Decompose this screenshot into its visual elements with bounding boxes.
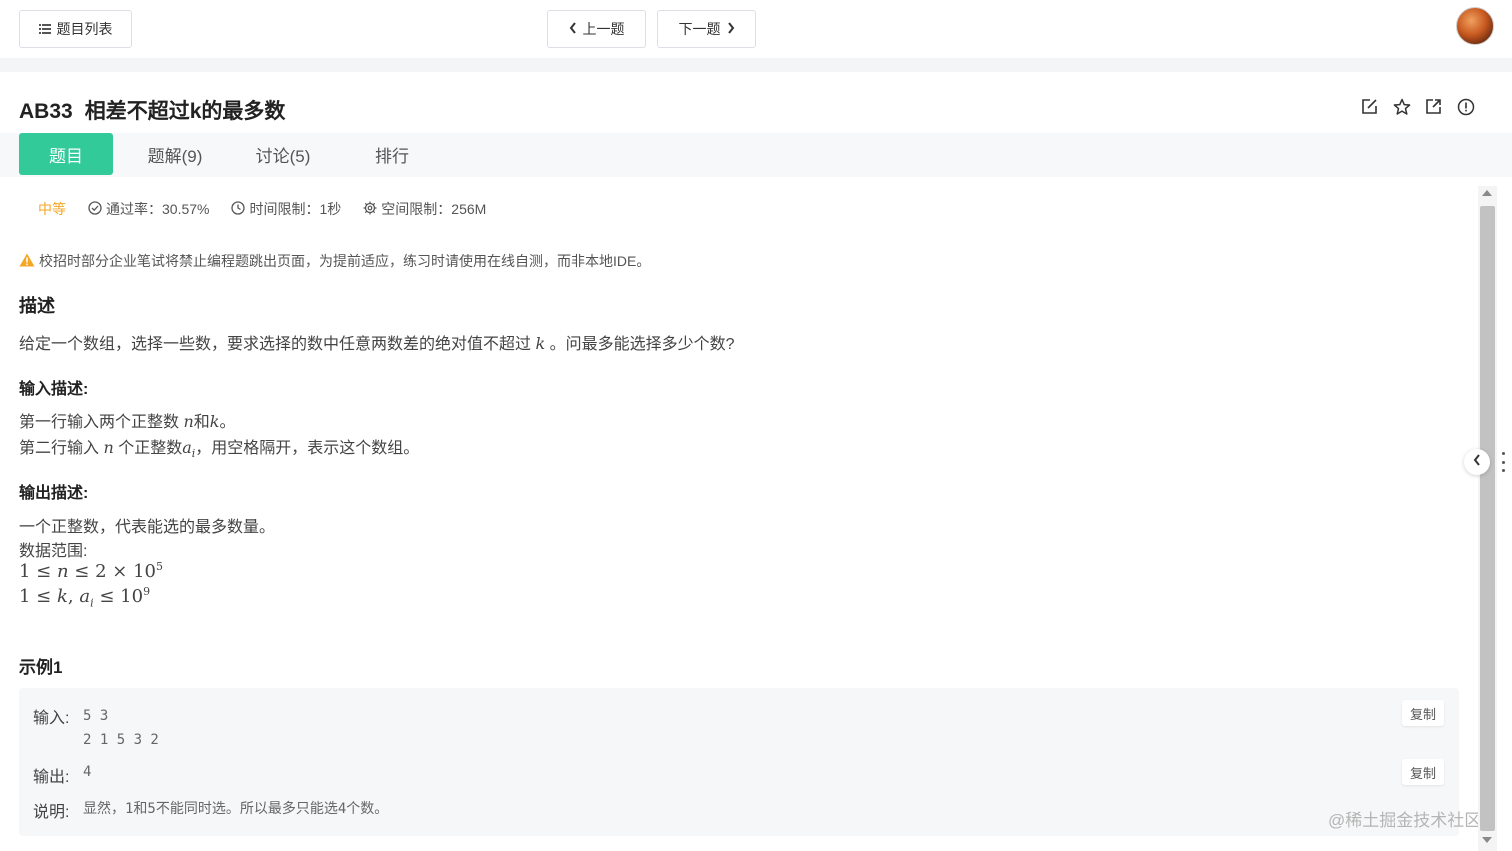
description-text: 给定一个数组，选择一些数，要求选择的数中任意两数差的绝对值不超过 k 。问最多能… [19,334,735,353]
difficulty-badge: 中等 [38,201,66,217]
title-toolbar [1360,97,1475,116]
problem-meta: 中等 通过率：30.57% 时间限制：1秒 空间限制：256M [38,199,508,219]
prev-problem-button[interactable]: 上一题 [547,10,646,48]
input-description-line2: 第二行输入 n 个正整数ai，用空格隔开，表示这个数组。 [19,438,420,461]
example-note-value: 显然，1和5不能同时选。所以最多只能选4个数。 [83,801,389,817]
scroll-up-arrow-icon[interactable] [1482,190,1492,196]
collapse-panel-button[interactable] [1464,449,1490,475]
problem-list-button[interactable]: 题目列表 [19,10,132,48]
chip-icon [363,201,377,218]
warning-icon [19,253,35,270]
problem-tabs: 题目 题解(9) 讨论(5) 排行 [0,133,1512,177]
prev-problem-label: 上一题 [582,21,625,37]
warning-notice: 校招时部分企业笔试将禁止编程题跳出页面，为提前适应，练习时请使用在线自测，而非本… [19,251,650,271]
range-formula-n: 1 ≤ n ≤ 2 × 105 [19,560,163,582]
star-icon[interactable] [1392,97,1411,116]
chevron-left-icon [1473,453,1481,471]
example-output-label: 输出: [33,769,70,786]
check-circle-icon [88,200,102,218]
example-note-label: 说明: [33,804,70,821]
list-icon [38,21,51,37]
user-avatar[interactable] [1456,7,1494,45]
tab-problem[interactable]: 题目 [19,133,113,175]
input-description-line1: 第一行输入两个正整数 n和k。 [19,412,236,431]
data-range-label: 数据范围: [19,543,88,560]
problem-code: AB33 [19,100,73,123]
scroll-down-arrow-icon[interactable] [1482,837,1492,843]
tab-discussion[interactable]: 讨论(5) [236,133,330,175]
next-problem-button[interactable]: 下一题 [657,10,756,48]
tab-ranking[interactable]: 排行 [345,133,439,175]
problem-name: 相差不超过k的最多数 [84,100,286,123]
tab-solutions[interactable]: 题解(9) [128,133,222,175]
clock-icon [231,200,246,218]
chevron-right-icon [727,21,735,37]
copy-input-button[interactable]: 复制 [1402,700,1444,726]
share-external-icon[interactable] [1424,97,1443,116]
output-description-heading: 输出描述: [19,485,89,502]
edit-icon[interactable] [1360,97,1379,116]
example-heading: 示例1 [19,658,63,677]
time-limit: 时间限制：1秒 [231,199,341,219]
example-box: 输入: 5 3 2 1 5 3 2 复制 输出: 4 复制 说明: 显然，1和5… [19,688,1459,836]
top-bar: 题目列表 上一题 下一题 [0,0,1512,58]
memory-limit: 空间限制：256M [363,199,486,219]
example-input-value: 5 3 2 1 5 3 2 [83,708,159,748]
time-limit-text: 时间限制：1秒 [249,201,342,217]
example-output-value: 4 [83,764,92,780]
pass-rate: 通过率：30.57% [88,199,209,219]
description-heading: 描述 [19,296,55,316]
chevron-left-icon [569,21,577,37]
input-description-heading: 输入描述: [19,381,89,398]
example-input-label: 输入: [33,710,70,727]
pass-rate-text: 通过率：30.57% [106,201,210,217]
copy-output-button[interactable]: 复制 [1402,759,1444,785]
range-formula-k: 1 ≤ k, ai ≤ 109 [19,585,151,610]
report-icon[interactable] [1456,97,1475,116]
memory-limit-text: 空间限制：256M [381,201,487,217]
next-problem-label: 下一题 [678,21,721,37]
problem-list-label: 题目列表 [56,21,113,37]
problem-title: AB33 相差不超过k的最多数 [19,95,285,125]
scrollbar-thumb[interactable] [1480,206,1495,831]
output-description-line1: 一个正整数，代表能选的最多数量。 [19,519,276,536]
more-options-icon[interactable] [1502,452,1506,472]
watermark: @稀土掘金技术社区 [1328,811,1482,830]
warning-text: 校招时部分企业笔试将禁止编程题跳出页面，为提前适应，练习时请使用在线自测，而非本… [39,253,651,269]
